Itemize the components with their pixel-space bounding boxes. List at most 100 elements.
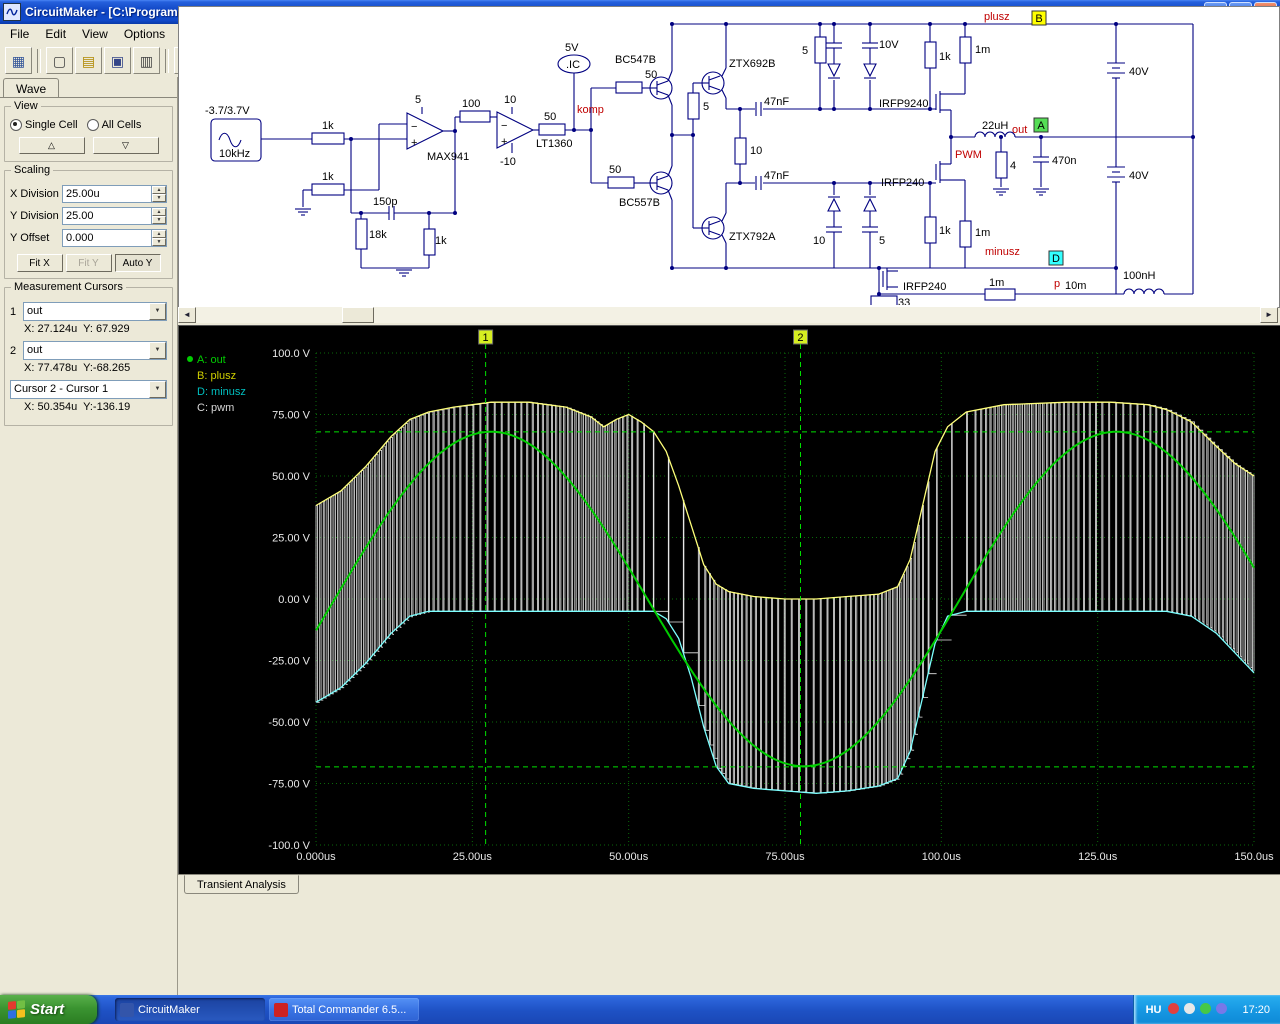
wire[interactable]	[721, 89, 727, 99]
x-tick-label: 75.00us	[765, 851, 805, 863]
diode[interactable]	[863, 197, 877, 212]
scroll-right-icon[interactable]: ►	[1260, 307, 1278, 323]
scroll-left-icon[interactable]: ◄	[178, 307, 196, 323]
x-division-up-icon[interactable]: ▲	[152, 186, 166, 194]
y-offset-down-icon[interactable]: ▼	[152, 238, 166, 246]
schematic-canvas[interactable]: − + − + -3.7/3.7V 10kHz 1k 1k 5 MAX941 100 10 LT1360…	[179, 7, 1277, 305]
scroll-cell-down-button[interactable]: ▽	[92, 137, 159, 154]
active-trace-icon	[187, 356, 193, 362]
junction-dot	[738, 107, 742, 111]
fit-y-button[interactable]: Fit Y	[65, 254, 112, 272]
resistor[interactable]	[959, 36, 972, 64]
legend-item-out[interactable]: A: out	[197, 354, 226, 366]
menu-options[interactable]: Options	[116, 24, 173, 44]
y-offset-up-icon[interactable]: ▲	[152, 230, 166, 238]
single-cell-radio[interactable]	[10, 119, 22, 131]
schematic-hscrollbar[interactable]: ◄ ►	[178, 307, 1278, 323]
transistor[interactable]	[656, 185, 669, 191]
waveform-plot[interactable]: 1 2 100.0 V 75.00 V 50.00 V 25.00 V 0.00 V -25.…	[179, 326, 1279, 872]
diode[interactable]	[827, 197, 841, 212]
volume-tray-icon[interactable]	[1184, 1002, 1196, 1014]
all-cells-radio[interactable]	[86, 119, 99, 131]
resistor[interactable]	[959, 220, 972, 248]
tab-wave[interactable]: Wave	[3, 78, 60, 98]
resistor[interactable]	[311, 183, 345, 196]
diode[interactable]	[827, 63, 841, 78]
wire[interactable]	[721, 212, 727, 222]
save-file-button[interactable]: ▣	[104, 47, 131, 74]
y-division-spinbox[interactable]: 25.00 ▲ ▼	[62, 207, 167, 225]
print-button[interactable]: ▥	[133, 47, 160, 74]
start-button[interactable]: Start	[0, 995, 97, 1024]
menu-file[interactable]: File	[2, 24, 37, 44]
resistor[interactable]	[423, 228, 436, 256]
resistor[interactable]	[984, 288, 1016, 301]
task-button-total-commander[interactable]: Total Commander 6.5...	[269, 998, 419, 1021]
cursor-1-signal-select[interactable]: out ▼	[23, 302, 167, 321]
legend-item-pwm[interactable]: C: pwm	[197, 402, 234, 414]
language-indicator[interactable]: HU	[1146, 1004, 1162, 1016]
hscroll-track[interactable]	[196, 307, 1260, 323]
cursor-1-dropdown-icon[interactable]: ▼	[149, 303, 166, 320]
menu-edit[interactable]: Edit	[37, 24, 74, 44]
messenger-tray-icon[interactable]	[1200, 1002, 1212, 1014]
x-division-down-icon[interactable]: ▼	[152, 194, 166, 202]
cursor-2-signal-select[interactable]: out ▼	[23, 341, 167, 360]
tab-transient-analysis[interactable]: Transient Analysis	[184, 875, 299, 894]
x-division-spinbox[interactable]: 25.00u ▲ ▼	[62, 185, 167, 203]
app-icon[interactable]	[3, 3, 21, 21]
y-offset-spinbox[interactable]: 0.000 ▲ ▼	[62, 229, 167, 247]
legend-item-minusz[interactable]: D: minusz	[197, 386, 246, 398]
resistor[interactable]	[538, 123, 566, 136]
transistor[interactable]	[656, 90, 669, 96]
inductor[interactable]	[1123, 288, 1165, 295]
menu-view[interactable]: View	[74, 24, 116, 44]
legend-item-plusz[interactable]: B: plusz	[197, 370, 236, 382]
task-button-circuitmaker[interactable]: CircuitMaker	[115, 998, 265, 1021]
y-offset-value[interactable]: 0.000	[63, 230, 151, 246]
resistor[interactable]	[995, 151, 1008, 179]
display-tray-icon[interactable]	[1216, 1002, 1228, 1014]
resistor[interactable]	[459, 110, 491, 123]
resistor[interactable]	[607, 176, 635, 189]
parts-browser-button[interactable]: ▦	[5, 47, 32, 74]
wire[interactable]	[721, 67, 727, 77]
resistor[interactable]	[870, 295, 898, 305]
cursor-2-signal-value[interactable]: out	[24, 342, 149, 359]
diode[interactable]	[863, 63, 877, 78]
x-division-value[interactable]: 25.00u	[63, 186, 151, 202]
cursor-diff-dropdown-icon[interactable]: ▼	[149, 381, 166, 398]
resistor[interactable]	[814, 36, 827, 64]
resistor[interactable]	[924, 216, 937, 244]
fit-x-button[interactable]: Fit X	[16, 254, 63, 272]
cursor-1-signal-value[interactable]: out	[24, 303, 149, 320]
scroll-cell-up-button[interactable]: △	[18, 137, 85, 154]
resistor[interactable]	[311, 132, 345, 145]
y-division-value[interactable]: 25.00	[63, 208, 151, 224]
transistor[interactable]	[708, 230, 721, 236]
hscroll-thumb[interactable]	[342, 307, 374, 323]
new-file-button[interactable]: ▢	[46, 47, 73, 74]
cursor-diff-select[interactable]: Cursor 2 - Cursor 1 ▼	[10, 380, 167, 399]
transistor[interactable]	[656, 80, 669, 86]
y-division-down-icon[interactable]: ▼	[152, 216, 166, 224]
resistor[interactable]	[615, 81, 643, 94]
transistor[interactable]	[708, 85, 721, 91]
resistor[interactable]	[734, 137, 747, 165]
resistor[interactable]	[924, 41, 937, 69]
resistor[interactable]	[687, 92, 700, 120]
transistor[interactable]	[708, 75, 721, 81]
auto-y-button[interactable]: Auto Y	[114, 254, 161, 272]
total-commander-icon	[274, 1002, 288, 1017]
y-division-up-icon[interactable]: ▲	[152, 208, 166, 216]
transistor[interactable]	[708, 220, 721, 226]
inductor[interactable]	[974, 131, 1016, 138]
antivirus-tray-icon[interactable]	[1168, 1002, 1180, 1014]
cursor-diff-value[interactable]: Cursor 2 - Cursor 1	[11, 381, 149, 398]
open-file-button[interactable]: ▤	[75, 47, 102, 74]
transistor[interactable]	[656, 175, 669, 181]
application-window: CircuitMaker - [C:\Program Files\Circuit…	[0, 0, 1280, 1024]
cursor-2-dropdown-icon[interactable]: ▼	[149, 342, 166, 359]
resistor[interactable]	[355, 218, 368, 250]
wire[interactable]	[721, 234, 727, 244]
